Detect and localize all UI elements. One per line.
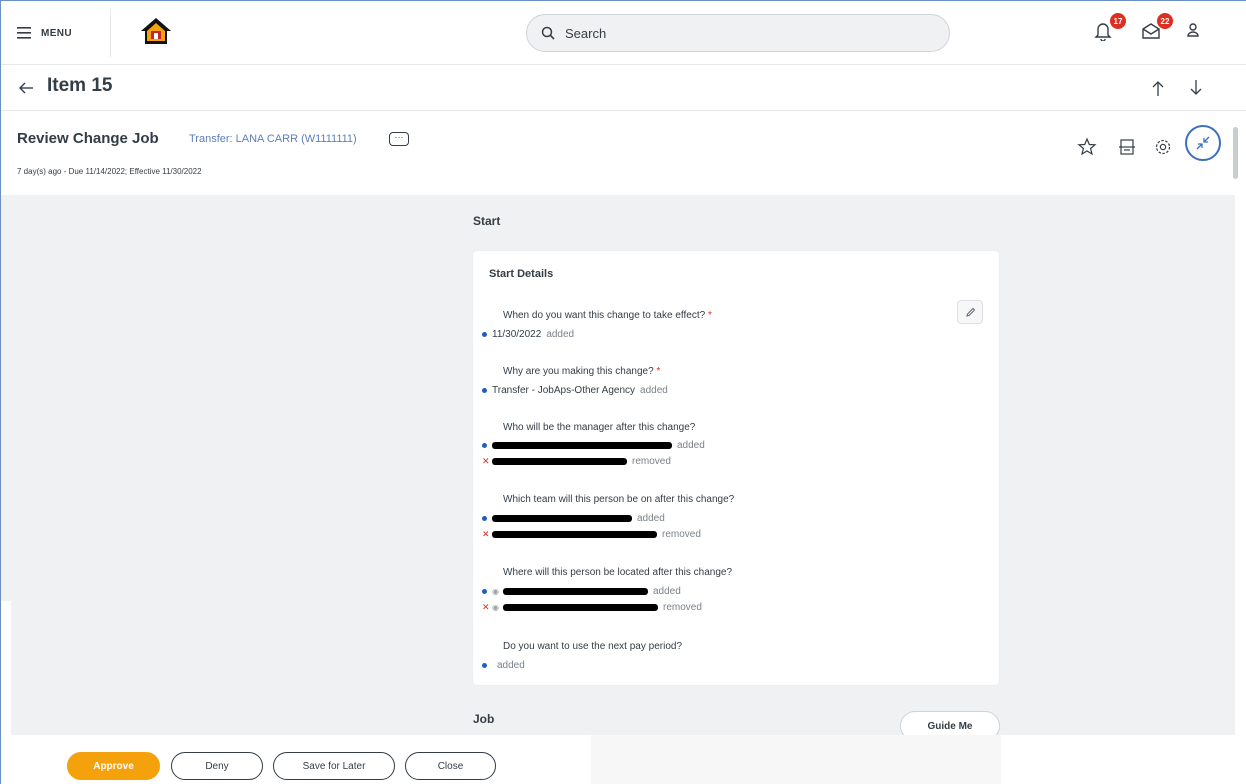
question-manager: Who will be the manager after this chang… [503, 422, 696, 433]
question-pay-period: Do you want to use the next pay period? [503, 641, 683, 652]
close-button[interactable]: Close [405, 752, 496, 780]
collapse-button[interactable] [1185, 125, 1221, 161]
user-icon [1187, 23, 1199, 37]
scroll-track [1235, 195, 1246, 735]
added-dot [482, 332, 487, 337]
home-logo-icon[interactable] [139, 16, 173, 48]
back-arrow-icon[interactable] [17, 79, 35, 97]
answer-row: Transfer - JobAps-Other Agency added [482, 385, 668, 396]
redacted-value [492, 442, 672, 449]
hamburger-icon [17, 27, 31, 39]
location-pin-icon: ◉ [492, 587, 499, 596]
arrow-down-icon[interactable] [1187, 78, 1205, 98]
answer-value: 11/30/2022 [492, 329, 542, 340]
change-tag: added [637, 513, 665, 524]
added-dot [482, 516, 487, 521]
redacted-value [502, 588, 648, 595]
search-input[interactable] [565, 25, 925, 41]
answer-row: ✕ ◉ removed [482, 602, 702, 613]
collapse-arrows-icon [1196, 136, 1210, 150]
removed-x-icon: ✕ [482, 529, 490, 539]
required-marker: * [707, 310, 712, 321]
change-tag: removed [632, 456, 671, 467]
global-header: MENU 17 22 [1, 1, 1246, 65]
redacted-value [492, 531, 657, 538]
app-window: MENU 17 22 [0, 0, 1246, 784]
location-pin-icon: ◉ [492, 603, 499, 612]
answer-row: 11/30/2022 added [482, 329, 574, 340]
notifications-badge: 17 [1110, 13, 1126, 29]
related-actions-button[interactable]: ··· [389, 132, 409, 146]
start-details-card: Start Details When do you want this chan… [473, 251, 999, 685]
change-tag: added [652, 586, 681, 597]
gear-icon[interactable] [1153, 137, 1173, 157]
save-for-later-button[interactable]: Save for Later [273, 752, 395, 780]
item-title: Item 15 [47, 75, 113, 96]
action-bar: Approve Deny Save for Later Close [1, 735, 1246, 784]
edit-button[interactable] [957, 300, 983, 324]
pencil-icon [965, 307, 975, 317]
added-dot [482, 589, 487, 594]
removed-x-icon: ✕ [482, 456, 490, 466]
answer-row: ✕ removed [482, 456, 671, 467]
task-title: Review Change Job [17, 130, 159, 147]
arrow-up-icon[interactable] [1149, 78, 1167, 98]
star-icon[interactable] [1077, 137, 1097, 157]
section-title-job: Job [473, 712, 495, 726]
search-icon [541, 26, 555, 40]
answer-value: Transfer - JobAps-Other Agency [492, 385, 636, 396]
added-dot [482, 663, 487, 668]
change-tag: added [546, 329, 575, 340]
added-dot [482, 388, 487, 393]
task-meta: 7 day(s) ago - Due 11/14/2022; Effective… [17, 167, 202, 176]
deny-button[interactable]: Deny [171, 752, 263, 780]
redacted-value [492, 458, 627, 465]
notifications-button[interactable]: 17 [1094, 13, 1126, 47]
card-title: Start Details [489, 268, 554, 280]
answer-row: ◉ added [482, 586, 681, 597]
change-tag: added [677, 440, 705, 451]
change-tag: added [640, 385, 668, 396]
inbox-badge: 22 [1157, 13, 1173, 29]
question-location: Where will this person be located after … [503, 567, 733, 578]
removed-x-icon: ✕ [482, 602, 490, 612]
change-tag: added [497, 660, 525, 671]
left-gutter [1, 601, 11, 735]
task-header: Review Change Job Transfer: LANA CARR (W… [1, 111, 1246, 195]
added-dot [482, 443, 487, 448]
profile-button[interactable] [1185, 21, 1211, 47]
redacted-value [492, 515, 632, 522]
answer-row: added [482, 440, 705, 451]
menu-button[interactable]: MENU [17, 18, 107, 48]
search-bar[interactable] [526, 14, 950, 52]
menu-divider [110, 9, 111, 57]
required-marker: * [656, 366, 661, 377]
redacted-value [502, 604, 658, 611]
action-bar-shade [591, 735, 1001, 784]
section-title-start: Start [473, 214, 501, 228]
question-reason: Why are you making this change? * [503, 366, 661, 377]
menu-label: MENU [41, 27, 73, 39]
approve-button[interactable]: Approve [67, 752, 160, 780]
bell-icon [1094, 23, 1112, 42]
answer-row: added [482, 660, 525, 671]
item-header: Item 15 [1, 65, 1246, 111]
task-subject-link[interactable]: Transfer: LANA CARR (W1111111) [189, 133, 357, 145]
change-tag: removed [662, 529, 701, 540]
question-team: Which team will this person be on after … [503, 494, 735, 505]
answer-row: added [482, 513, 665, 524]
print-icon[interactable] [1117, 137, 1137, 157]
question-effective-date: When do you want this change to take eff… [503, 310, 712, 321]
inbox-button[interactable]: 22 [1141, 13, 1173, 47]
scrollbar-thumb[interactable] [1233, 127, 1238, 179]
answer-row: ✕ removed [482, 529, 701, 540]
change-tag: removed [662, 602, 702, 613]
